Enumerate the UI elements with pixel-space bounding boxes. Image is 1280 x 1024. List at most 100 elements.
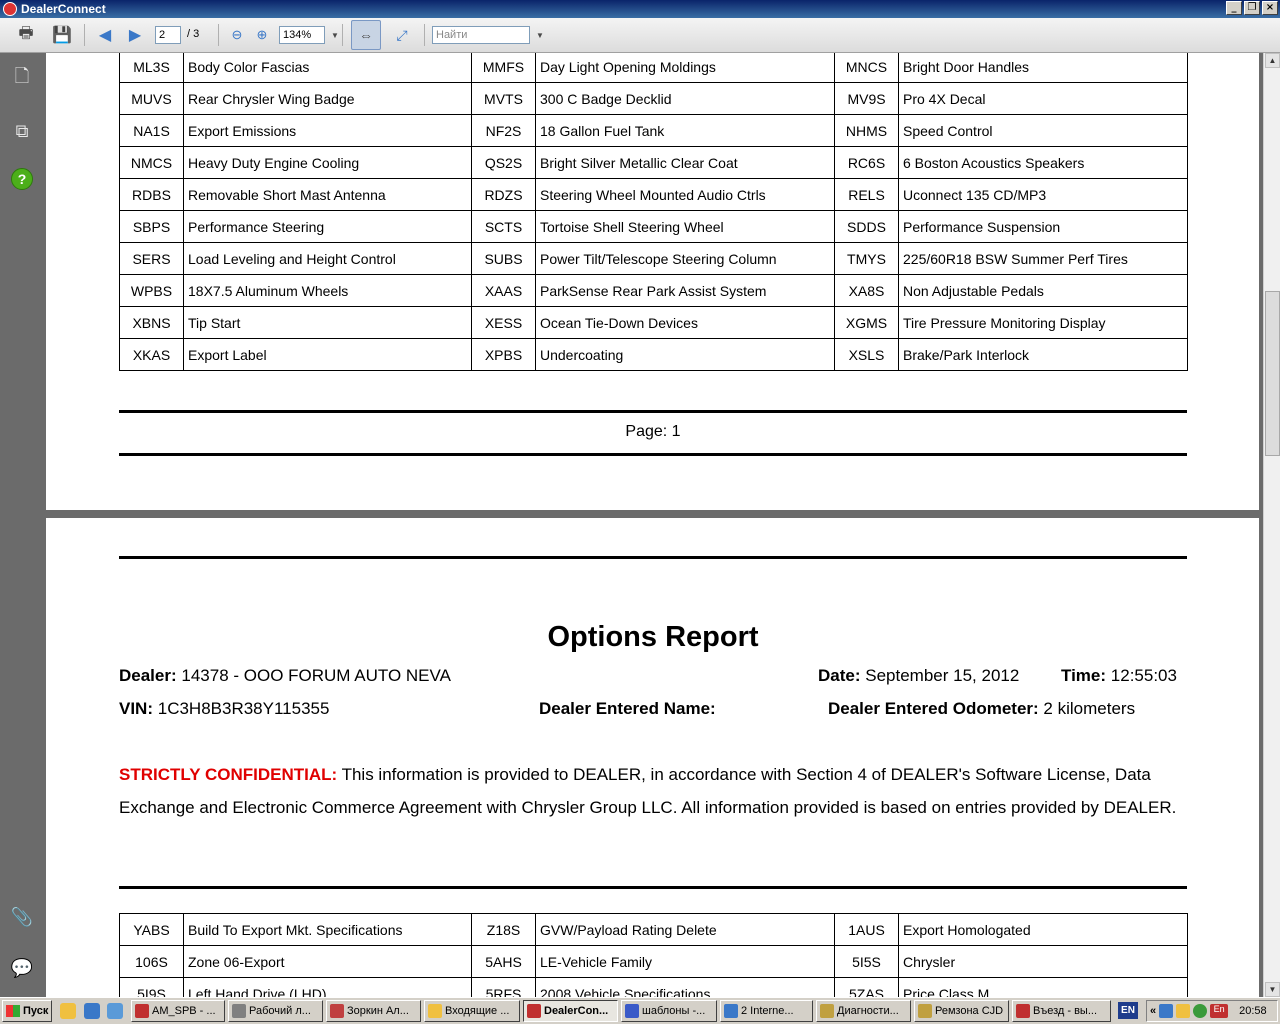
option-description: Ocean Tie-Down Devices: [535, 306, 835, 339]
search-dropdown-icon[interactable]: ▼: [528, 24, 552, 46]
option-row: WPBS 18X7.5 Aluminum Wheels XAAS ParkSense …: [119, 274, 1188, 307]
internet-explorer-icon[interactable]: [84, 1003, 100, 1019]
taskbar-button[interactable]: 2 Interne...: [720, 1000, 813, 1022]
option-description: Speed Control: [898, 114, 1188, 147]
taskbar-button-label: Ремзона CJD: [935, 1005, 1004, 1017]
taskbar-button-label: Рабочий л...: [249, 1005, 311, 1017]
option-code: SUBS: [471, 242, 536, 275]
taskbar-button[interactable]: шаблоны -...: [621, 1000, 717, 1022]
attachments-icon[interactable]: 📎: [10, 905, 34, 929]
option-code: RDZS: [471, 178, 536, 211]
option-code: SERS: [119, 242, 184, 275]
option-description: Tire Pressure Monitoring Display: [898, 306, 1188, 339]
task-app-icon: [330, 1004, 344, 1018]
taskbar-button[interactable]: DealerCon...: [523, 1000, 618, 1022]
help-icon[interactable]: ?: [11, 168, 33, 190]
start-button[interactable]: Пуск: [2, 1000, 52, 1022]
option-row: MUVS Rear Chrysler Wing Badge MVTS 300 C Ba…: [119, 82, 1188, 115]
zoom-level-input[interactable]: 134%: [279, 26, 325, 44]
page-footer-rule: [119, 453, 1187, 456]
document-view[interactable]: ML3S Body Color Fascias MMFS Day Light Open…: [46, 53, 1263, 997]
taskbar-button[interactable]: Диагности...: [816, 1000, 911, 1022]
clock[interactable]: 20:58: [1239, 1005, 1267, 1017]
taskbar-button[interactable]: AM_SPB - ...: [131, 1000, 225, 1022]
option-code: RC6S: [834, 146, 899, 179]
option-row: SBPS Performance Steering SCTS Tortoise She…: [119, 210, 1188, 243]
previous-page-icon[interactable]: ◀: [93, 24, 117, 46]
page-number-input[interactable]: 2: [155, 26, 181, 44]
language-indicator[interactable]: EN: [1118, 1002, 1138, 1019]
vertical-scrollbar[interactable]: ▲ ▼: [1263, 53, 1280, 997]
taskbar-button[interactable]: Въезд - вы...: [1012, 1000, 1111, 1022]
option-code: NHMS: [834, 114, 899, 147]
minimize-button[interactable]: _: [1226, 1, 1242, 15]
scrollbar-thumb[interactable]: [1265, 291, 1280, 456]
save-icon[interactable]: 💾: [50, 24, 74, 46]
comments-icon[interactable]: 💬: [10, 956, 34, 980]
zoom-dropdown-icon[interactable]: ▼: [323, 24, 347, 46]
window-titlebar: DealerConnect _ ❐ ×: [0, 0, 1280, 18]
pdf-toolbar: 🖶 💾 ◀ ▶ 2 / 3 ⊖ ⊕ 134% ▼ ⇔ ⤢ Найти ▼: [0, 18, 1280, 53]
option-description: Removable Short Mast Antenna: [183, 178, 472, 211]
close-button[interactable]: ×: [1262, 1, 1278, 15]
scroll-up-icon[interactable]: ▲: [1265, 53, 1280, 68]
option-description: 300 C Badge Decklid: [535, 82, 835, 115]
option-row: XKAS Export Label XPBS Undercoating XSLS Brak…: [119, 338, 1188, 371]
option-code: NA1S: [119, 114, 184, 147]
section-rule: [119, 886, 1187, 889]
taskbar-button[interactable]: Зоркин Ал...: [326, 1000, 421, 1022]
task-app-icon: [1016, 1004, 1030, 1018]
option-code: XAAS: [471, 274, 536, 307]
pages-icon[interactable]: 🗋: [10, 66, 34, 91]
options-table-page1: ML3S Body Color Fascias MMFS Day Light Open…: [119, 53, 1188, 371]
taskbar-button[interactable]: Ремзона CJD: [914, 1000, 1009, 1022]
option-code: RDBS: [119, 178, 184, 211]
option-code: NMCS: [119, 146, 184, 179]
taskbar-button[interactable]: Входящие ...: [424, 1000, 520, 1022]
taskbar-button-label: шаблоны -...: [642, 1005, 706, 1017]
fit-width-icon[interactable]: ⇔: [351, 20, 381, 50]
task-app-icon: [724, 1004, 738, 1018]
tray-language-icon[interactable]: En: [1210, 1004, 1229, 1018]
odometer-field: Dealer Entered Odometer: 2 kilometers: [828, 699, 1136, 718]
option-code: Z18S: [471, 913, 536, 946]
option-description: GVW/Payload Rating Delete: [535, 913, 835, 946]
option-description: Performance Steering: [183, 210, 472, 243]
bookmarks-icon[interactable]: ⧉: [10, 119, 34, 143]
dealer-entered-name-field: Dealer Entered Name:: [539, 699, 716, 718]
options-table-body: ML3S Body Color Fascias MMFS Day Light Open…: [119, 53, 1188, 371]
option-code: QS2S: [471, 146, 536, 179]
task-app-icon: [232, 1004, 246, 1018]
scroll-down-icon[interactable]: ▼: [1265, 982, 1280, 997]
option-description: Bright Silver Metallic Clear Coat: [535, 146, 835, 179]
zoom-out-icon[interactable]: ⊖: [225, 24, 249, 46]
option-description: Price Class M: [898, 977, 1188, 997]
tray-app-icon[interactable]: [1176, 1004, 1191, 1018]
tray-network-icon[interactable]: [1159, 1004, 1174, 1018]
tray-expand-icon[interactable]: «: [1150, 1005, 1156, 1017]
tray-globe-icon[interactable]: [1193, 1004, 1208, 1018]
option-description: 18X7.5 Aluminum Wheels: [183, 274, 472, 307]
options-table-body: YABS Build To Export Mkt. Specifications Z…: [119, 913, 1188, 997]
vin-field: VIN: 1C3H8B3R38Y115355: [119, 699, 330, 718]
option-code: YABS: [119, 913, 184, 946]
print-icon[interactable]: 🖶: [14, 24, 38, 46]
quicklaunch-icon[interactable]: [60, 1003, 76, 1019]
restore-button[interactable]: ❐: [1244, 1, 1260, 15]
option-row: YABS Build To Export Mkt. Specifications Z…: [119, 913, 1188, 946]
taskbar-button-label: Въезд - вы...: [1033, 1005, 1098, 1017]
option-code: SBPS: [119, 210, 184, 243]
option-description: Export Homologated: [898, 913, 1188, 946]
option-code: XSLS: [834, 338, 899, 371]
option-description: Power Tilt/Telescope Steering Column: [535, 242, 835, 275]
option-description: Export Emissions: [183, 114, 472, 147]
taskbar-button[interactable]: Рабочий л...: [228, 1000, 323, 1022]
header-rule: [119, 556, 1187, 559]
fit-page-icon[interactable]: ⤢: [390, 24, 414, 46]
search-input[interactable]: Найти: [432, 26, 530, 44]
option-description: Steering Wheel Mounted Audio Ctrls: [535, 178, 835, 211]
quicklaunch-icon[interactable]: [107, 1003, 123, 1019]
option-row: SERS Load Leveling and Height Control SUBS…: [119, 242, 1188, 275]
next-page-icon[interactable]: ▶: [123, 24, 147, 46]
zoom-in-icon[interactable]: ⊕: [250, 24, 274, 46]
